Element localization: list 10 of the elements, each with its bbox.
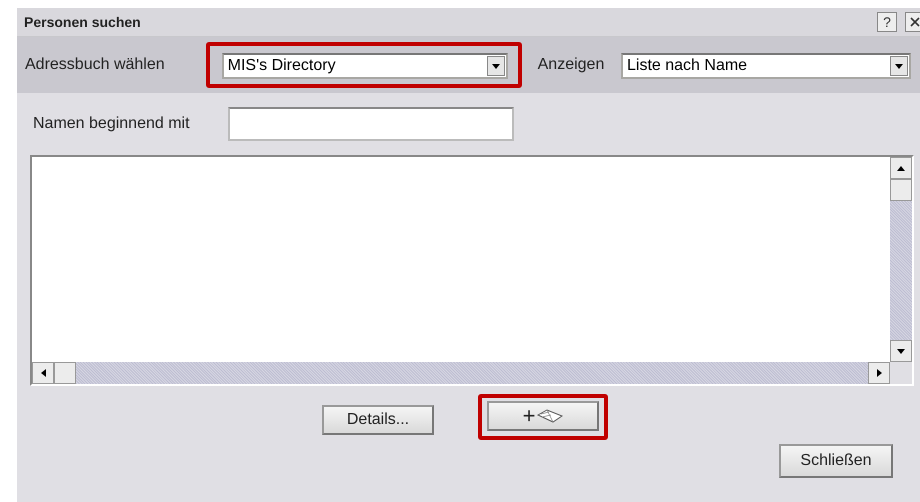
field-label: Adressbuch wählen xyxy=(25,56,166,74)
close-dialog-button[interactable]: Schließen xyxy=(779,444,893,478)
addressbook-dropdown[interactable]: MIS's Directory xyxy=(222,53,508,79)
add-to-addressbook-button[interactable]: + xyxy=(487,401,599,431)
view-dropdown[interactable]: Liste nach Name xyxy=(621,53,911,79)
window-title: Personen suchen xyxy=(24,14,142,30)
field-label: Namen beginnend mit xyxy=(33,115,191,133)
field-label: Anzeigen xyxy=(538,56,605,74)
details-button[interactable]: Details... xyxy=(322,405,434,435)
help-button[interactable]: ? xyxy=(877,12,897,32)
